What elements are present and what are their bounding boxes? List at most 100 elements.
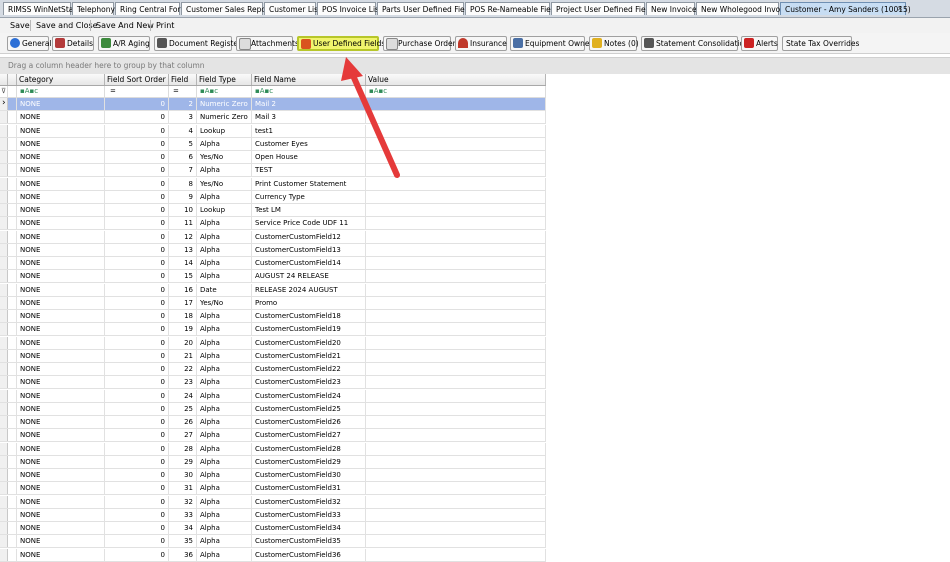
filter-icon[interactable]: ⊽	[0, 86, 8, 97]
row-indicator[interactable]	[0, 376, 8, 389]
row-indicator[interactable]	[0, 323, 8, 336]
row-indicator[interactable]	[0, 283, 8, 296]
cell-value[interactable]	[366, 177, 546, 191]
tab-details[interactable]: Details	[52, 36, 94, 51]
filter-field-name[interactable]: ▪A▪c	[252, 86, 366, 97]
table-row[interactable]: NONE 0 6 Yes/No Open House	[0, 151, 546, 164]
row-indicator[interactable]: ›	[0, 98, 8, 110]
doc-tab-customer-sales-report[interactable]: Customer Sales Report	[181, 2, 272, 15]
cell-value[interactable]	[366, 151, 546, 164]
table-row[interactable]: NONE 0 15 Alpha AUGUST 24 RELEASE	[0, 270, 546, 284]
cell-value[interactable]	[366, 310, 546, 323]
row-indicator[interactable]	[0, 336, 8, 349]
filter-field-type[interactable]: ▪A▪c	[197, 86, 252, 97]
doc-tab-customer-amy-sanders[interactable]: Customer - Amy Sanders (10015) ✕	[780, 2, 911, 16]
doc-tab-parts-udf[interactable]: Parts User Defined Fields	[377, 2, 475, 15]
cell-value[interactable]	[366, 217, 546, 231]
tab-document-register[interactable]: Document Register	[154, 36, 241, 51]
doc-tab-customer-list[interactable]: Customer List	[264, 2, 321, 15]
tab-ar-aging[interactable]: A/R Aging	[98, 36, 150, 51]
cell-value[interactable]	[366, 548, 546, 562]
save-and-new-button[interactable]: Save And New	[92, 18, 158, 33]
cell-value[interactable]	[366, 283, 546, 297]
doc-tab-telephony[interactable]: Telephony	[72, 2, 115, 15]
table-row[interactable]: NONE 0 32 Alpha CustomerCustomField32	[0, 495, 546, 509]
table-row[interactable]: NONE 0 5 Alpha Customer Eyes	[0, 137, 546, 151]
row-indicator[interactable]	[0, 429, 8, 442]
cell-value[interactable]	[366, 495, 546, 509]
table-row[interactable]: NONE 0 22 Alpha CustomerCustomField22	[0, 363, 546, 376]
row-indicator[interactable]	[0, 111, 8, 124]
table-row[interactable]: NONE 0 26 Alpha CustomerCustomField26	[0, 416, 546, 429]
table-row[interactable]: NONE 0 14 Alpha CustomerCustomField14	[0, 257, 546, 270]
table-row[interactable]: NONE 0 16 Date RELEASE 2024 AUGUST	[0, 283, 546, 297]
tab-purchase-orders[interactable]: Purchase Orders	[383, 36, 460, 51]
cell-value[interactable]	[366, 482, 546, 496]
cell-value[interactable]	[366, 508, 546, 522]
row-indicator[interactable]	[0, 177, 8, 190]
table-row[interactable]: NONE 0 24 Alpha CustomerCustomField24	[0, 389, 546, 403]
tab-insurance[interactable]: Insurance	[455, 36, 507, 51]
doc-tab-pos-invoice-list[interactable]: POS Invoice List	[317, 2, 382, 15]
table-row[interactable]: NONE 0 8 Yes/No Print Customer Statement	[0, 177, 546, 191]
table-row[interactable]: NONE 0 18 Alpha CustomerCustomField18	[0, 310, 546, 323]
table-row[interactable]: NONE 0 12 Alpha CustomerCustomField12	[0, 230, 546, 244]
column-header-field-sort-order[interactable]: Field Sort Order	[105, 74, 169, 85]
row-indicator[interactable]	[0, 535, 8, 548]
cell-value[interactable]	[366, 522, 546, 535]
tab-state-tax-overrides[interactable]: State Tax Overrides	[782, 36, 859, 51]
row-indicator[interactable]	[0, 243, 8, 256]
cell-value[interactable]	[366, 363, 546, 376]
row-indicator[interactable]	[0, 402, 8, 415]
row-indicator[interactable]	[0, 455, 8, 468]
row-indicator[interactable]	[0, 270, 8, 283]
cell-value[interactable]	[366, 164, 546, 178]
cell-value[interactable]	[366, 270, 546, 284]
cell-value[interactable]	[366, 402, 546, 416]
cell-value[interactable]	[366, 124, 546, 138]
column-header-field-name[interactable]: Field Name	[252, 74, 366, 85]
table-row[interactable]: NONE 0 11 Alpha Service Price Code UDF 11	[0, 217, 546, 231]
table-row[interactable]: NONE 0 29 Alpha CustomerCustomField29	[0, 455, 546, 469]
cell-value[interactable]	[366, 230, 546, 244]
cell-value[interactable]	[366, 442, 546, 456]
cell-value[interactable]	[366, 137, 546, 151]
row-indicator[interactable]	[0, 217, 8, 230]
table-row[interactable]: NONE 0 17 Yes/No Promo	[0, 296, 546, 310]
table-row[interactable]: NONE 0 23 Alpha CustomerCustomField23	[0, 376, 546, 390]
cell-value[interactable]	[366, 204, 546, 217]
column-header-field-type[interactable]: Field Type	[197, 74, 252, 85]
filter-field[interactable]: =	[169, 86, 197, 97]
table-row[interactable]: › NONE 0 2 Numeric Zero Mail 2	[0, 98, 546, 111]
doc-tab-new-wholegood-invoice[interactable]: New Wholegood Invoice	[696, 2, 791, 15]
tab-equipment-owned[interactable]: Equipment Owned	[510, 36, 594, 51]
tab-alerts[interactable]: Alerts	[741, 36, 778, 51]
column-header-category[interactable]: Category	[17, 74, 105, 85]
filter-category[interactable]: ▪A▪c	[17, 86, 105, 97]
row-indicator[interactable]	[0, 164, 8, 177]
row-indicator[interactable]	[0, 442, 8, 455]
filter-field-sort-order[interactable]: =	[105, 86, 169, 97]
row-indicator[interactable]	[0, 363, 8, 375]
column-header-value[interactable]: Value	[366, 74, 546, 85]
row-indicator[interactable]	[0, 495, 8, 508]
cell-value[interactable]	[366, 323, 546, 337]
cell-value[interactable]	[366, 98, 546, 111]
cell-value[interactable]	[366, 349, 546, 363]
table-row[interactable]: NONE 0 35 Alpha CustomerCustomField35	[0, 535, 546, 549]
tab-statement-consolidation[interactable]: Statement Consolidation	[641, 36, 749, 51]
close-icon[interactable]: ✕	[897, 3, 903, 16]
row-indicator[interactable]	[0, 482, 8, 495]
row-indicator[interactable]	[0, 310, 8, 322]
cell-value[interactable]	[366, 455, 546, 469]
doc-tab-rimss[interactable]: RIMSS WinNetStar	[3, 2, 76, 15]
table-row[interactable]: NONE 0 19 Alpha CustomerCustomField19	[0, 323, 546, 337]
table-row[interactable]: NONE 0 25 Alpha CustomerCustomField25	[0, 402, 546, 416]
row-indicator[interactable]	[0, 522, 8, 534]
row-indicator[interactable]	[0, 137, 8, 150]
cell-value[interactable]	[366, 429, 546, 443]
tab-attachments[interactable]: Attachments	[236, 36, 299, 51]
table-row[interactable]: NONE 0 36 Alpha CustomerCustomField36	[0, 548, 546, 562]
row-indicator[interactable]	[0, 124, 8, 137]
table-row[interactable]: NONE 0 7 Alpha TEST	[0, 164, 546, 178]
